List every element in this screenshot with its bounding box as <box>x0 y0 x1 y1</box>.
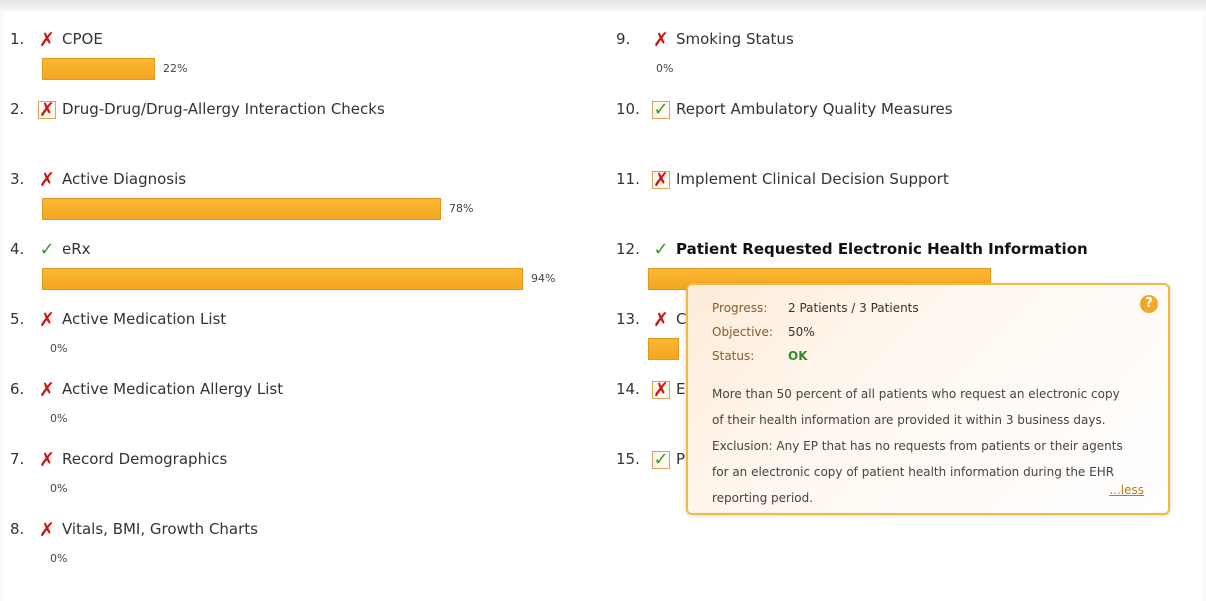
measure-number: 9. <box>616 30 631 48</box>
measure-number: 3. <box>10 170 25 188</box>
tooltip-progress-row: Progress: 2 Patients / 3 Patients <box>712 301 919 315</box>
green-check-icon: ✓ <box>39 239 55 260</box>
progress-key: Progress: <box>712 301 768 315</box>
progress-value: 2 Patients / 3 Patients <box>788 301 919 315</box>
measures-panel: 1. ✗ CPOE 22% 2. ✗ Drug-Drug/Drug-Allergy Inte… <box>4 12 1202 601</box>
red-x-icon: ✗ <box>652 379 670 401</box>
measure-item[interactable]: 10. ✓ Report Ambulatory Quality Measures <box>616 100 1196 160</box>
measure-item[interactable]: 9. ✗ Smoking Status 0% <box>616 30 1196 90</box>
measure-label[interactable]: Smoking Status <box>676 30 794 48</box>
red-x-icon: ✗ <box>653 309 669 331</box>
red-x-icon: ✗ <box>39 379 55 401</box>
measure-number: 15. <box>616 450 640 468</box>
progress-percent: 94% <box>531 272 556 285</box>
measure-label[interactable]: Vitals, BMI, Growth Charts <box>62 520 258 538</box>
measure-number: 13. <box>616 310 640 328</box>
measure-number: 8. <box>10 520 25 538</box>
progress-percent: 0% <box>50 342 68 355</box>
tooltip-status-row: Status: OK <box>712 349 808 363</box>
progress-percent: 0% <box>656 62 674 75</box>
green-check-icon: ✓ <box>653 239 669 260</box>
progress-bar-fill <box>42 268 523 290</box>
measure-label[interactable]: Patient Requested Electronic Health Info… <box>676 240 1088 258</box>
measure-label[interactable]: CPOE <box>62 30 103 48</box>
measure-number: 12. <box>616 240 640 258</box>
measure-number: 14. <box>616 380 640 398</box>
measure-number: 6. <box>10 380 25 398</box>
top-bar <box>0 0 1206 10</box>
progress-bar-fill <box>42 198 441 220</box>
measure-label[interactable]: Active Medication Allergy List <box>62 380 283 398</box>
measure-label[interactable]: Report Ambulatory Quality Measures <box>676 100 953 118</box>
tooltip-description: More than 50 percent of all patients who… <box>712 387 1123 505</box>
status-value: OK <box>788 349 808 363</box>
red-x-icon: ✗ <box>38 99 56 121</box>
green-check-icon: ✓ <box>652 449 670 470</box>
measure-label[interactable]: Record Demographics <box>62 450 227 468</box>
measure-item[interactable]: 3. ✗ Active Diagnosis 78% <box>10 170 590 230</box>
progress-percent: 0% <box>50 412 68 425</box>
measure-item[interactable]: 5. ✗ Active Medication List 0% <box>10 310 590 370</box>
measure-item[interactable]: 6. ✗ Active Medication Allergy List 0% <box>10 380 590 440</box>
progress-bar <box>42 198 554 220</box>
red-x-icon: ✗ <box>39 449 55 471</box>
red-x-icon: ✗ <box>652 169 670 191</box>
measure-item[interactable]: 11. ✗ Implement Clinical Decision Support <box>616 170 1196 230</box>
progress-percent: 0% <box>50 482 68 495</box>
green-check-icon: ✓ <box>652 99 670 120</box>
red-x-icon: ✗ <box>39 519 55 541</box>
measure-number: 11. <box>616 170 640 188</box>
status-key: Status: <box>712 349 755 363</box>
progress-percent: 0% <box>50 552 68 565</box>
measure-number: 4. <box>10 240 25 258</box>
measure-detail-tooltip: ? Progress: 2 Patients / 3 Patients Objec… <box>686 283 1170 515</box>
measure-number: 5. <box>10 310 25 328</box>
progress-bar-fill <box>42 58 155 80</box>
help-icon[interactable]: ? <box>1140 295 1158 313</box>
progress-percent: 22% <box>163 62 188 75</box>
measure-number: 10. <box>616 100 640 118</box>
objective-value: 50% <box>788 325 815 339</box>
measure-item[interactable]: 1. ✗ CPOE 22% <box>10 30 590 90</box>
red-x-icon: ✗ <box>653 29 669 51</box>
progress-percent: 78% <box>449 202 474 215</box>
tooltip-objective-row: Objective: 50% <box>712 325 815 339</box>
measure-label[interactable]: Active Diagnosis <box>62 170 186 188</box>
measure-item[interactable]: 2. ✗ Drug-Drug/Drug-Allergy Interaction Ch… <box>10 100 590 160</box>
measure-label[interactable]: Implement Clinical Decision Support <box>676 170 949 188</box>
red-x-icon: ✗ <box>39 309 55 331</box>
objective-key: Objective: <box>712 325 773 339</box>
measure-number: 7. <box>10 450 25 468</box>
progress-bar <box>42 268 554 290</box>
measure-item[interactable]: 8. ✗ Vitals, BMI, Growth Charts 0% <box>10 520 590 580</box>
measure-label[interactable]: Active Medication List <box>62 310 226 328</box>
red-x-icon: ✗ <box>39 29 55 51</box>
less-link[interactable]: ...less <box>1109 483 1144 497</box>
measure-item[interactable]: 4. ✓ eRx 94% <box>10 240 590 300</box>
progress-bar-fill <box>648 338 679 360</box>
measure-item[interactable]: 7. ✗ Record Demographics 0% <box>10 450 590 510</box>
measure-number: 2. <box>10 100 25 118</box>
progress-bar <box>42 58 554 80</box>
measure-label[interactable]: Drug-Drug/Drug-Allergy Interaction Check… <box>62 100 385 118</box>
red-x-icon: ✗ <box>39 169 55 191</box>
measure-label[interactable]: eRx <box>62 240 91 258</box>
measure-number: 1. <box>10 30 25 48</box>
